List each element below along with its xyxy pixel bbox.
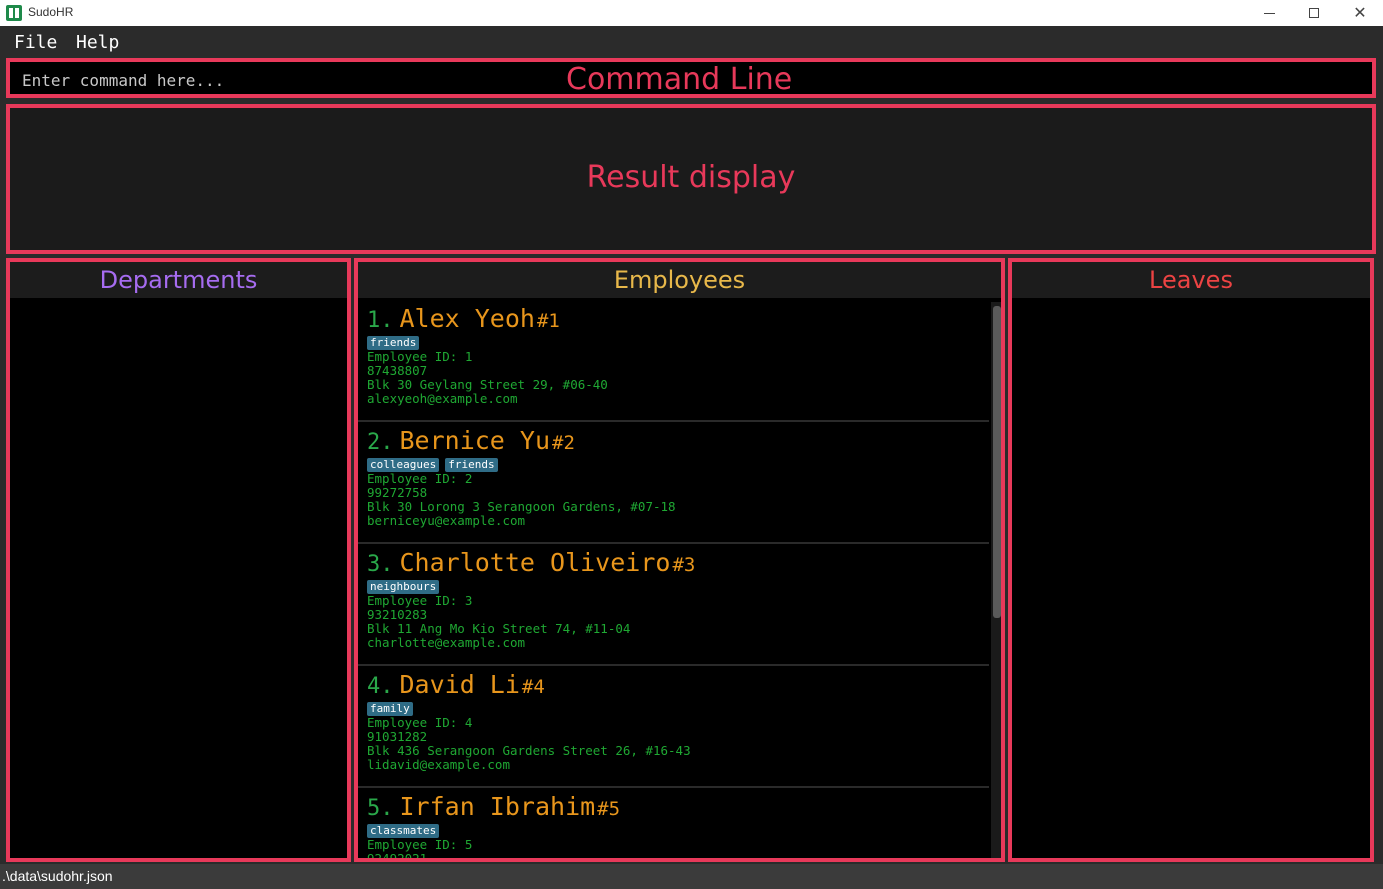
tag: neighbours	[367, 580, 440, 594]
employee-phone: 93210283	[367, 607, 428, 622]
employee-id: Employee ID: 1	[367, 349, 473, 364]
employee-address: Blk 11 Ang Mo Kio Street 74, #11-04	[367, 621, 631, 636]
menu-help[interactable]: Help	[76, 32, 119, 53]
leaves-panel: Leaves	[1008, 258, 1374, 862]
employees-panel: Employees 1. Alex Yeoh #1 friends Employee…	[354, 258, 1005, 862]
data-file-path: .\data\sudohr.json	[2, 868, 113, 884]
window-title: SudoHR	[28, 5, 74, 19]
employee-address: Blk 436 Serangoon Gardens Street 26, #16…	[367, 743, 691, 758]
employee-email: alexyeoh@example.com	[367, 391, 518, 406]
maximize-button[interactable]	[1291, 0, 1337, 26]
employee-index: 2.	[367, 430, 394, 455]
employee-index: 3.	[367, 552, 394, 577]
employee-phone: 91031282	[367, 729, 428, 744]
close-button[interactable]: ✕	[1337, 0, 1383, 26]
employee-email: lidavid@example.com	[367, 757, 510, 772]
tag-list: neighbours	[367, 580, 989, 594]
employee-index: 4.	[367, 674, 394, 699]
employee-card[interactable]: 1. Alex Yeoh #1 friends Employee ID: 1 874…	[358, 300, 989, 422]
employee-card[interactable]: 3. Charlotte Oliveiro #3 neighbours Employ…	[358, 544, 989, 666]
employee-hash: #1	[536, 310, 560, 332]
employee-name: David Li	[399, 670, 520, 699]
menu-file[interactable]: File	[14, 32, 57, 53]
minimize-icon	[1263, 12, 1275, 14]
employee-card[interactable]: 5. Irfan Ibrahim #5 classmates Employee ID…	[358, 788, 989, 860]
employee-list[interactable]: 1. Alex Yeoh #1 friends Employee ID: 1 874…	[358, 300, 989, 860]
employee-id: Employee ID: 2	[367, 471, 473, 486]
employee-hash: #2	[552, 432, 575, 454]
tag: classmates	[367, 824, 440, 838]
employee-card[interactable]: 4. David Li #4 family Employee ID: 4 91031…	[358, 666, 989, 788]
employee-name: Bernice Yu	[399, 426, 551, 455]
close-icon: ✕	[1353, 3, 1367, 22]
command-box: Command Line	[6, 58, 1376, 98]
employee-card[interactable]: 2. Bernice Yu #2 colleagues friends Employ…	[358, 422, 989, 544]
minimize-button[interactable]	[1246, 0, 1292, 26]
employee-name: Charlotte Oliveiro	[399, 548, 671, 577]
tag: friends	[445, 458, 498, 472]
tag-list: classmates	[367, 824, 989, 838]
employee-id: Employee ID: 5	[367, 837, 473, 852]
employee-email: berniceyu@example.com	[367, 513, 526, 528]
tag-list: family	[367, 702, 989, 716]
tag-list: colleagues friends	[367, 458, 989, 472]
employee-id: Employee ID: 3	[367, 593, 473, 608]
employee-hash: #5	[597, 798, 621, 820]
employee-phone: 87438807	[367, 363, 428, 378]
employee-name: Alex Yeoh	[399, 304, 535, 333]
app-book-icon	[6, 5, 22, 21]
employee-phone: 92492021	[367, 851, 428, 860]
tag: family	[367, 702, 413, 716]
employee-name: Irfan Ibrahim	[399, 792, 596, 821]
result-display-annotation: Result display	[586, 160, 796, 195]
maximize-icon	[1309, 8, 1319, 18]
employee-address: Blk 30 Geylang Street 29, #06-40	[367, 377, 608, 392]
menu-bar: File Help	[0, 26, 1383, 56]
employee-hash: #3	[672, 554, 696, 576]
tag: colleagues	[367, 458, 440, 472]
scrollbar-thumb[interactable]	[993, 306, 1001, 618]
departments-panel: Departments	[6, 258, 351, 862]
employee-address: Blk 30 Lorong 3 Serangoon Gardens, #07-1…	[367, 499, 676, 514]
tag: friends	[367, 336, 420, 350]
employee-email: charlotte@example.com	[367, 635, 526, 650]
employee-id: Employee ID: 4	[367, 715, 473, 730]
command-line-annotation: Command Line	[566, 62, 793, 97]
result-display: Result display	[6, 104, 1376, 254]
employee-index: 1.	[367, 308, 394, 333]
leaves-header: Leaves	[1012, 262, 1370, 298]
employee-index: 5.	[367, 796, 394, 821]
employees-header: Employees	[358, 262, 1001, 298]
employee-scrollbar[interactable]	[991, 302, 1001, 858]
title-bar: SudoHR ✕	[0, 0, 1383, 26]
employee-hash: #4	[521, 676, 545, 698]
tag-list: friends	[367, 336, 989, 350]
departments-header: Departments	[10, 262, 347, 298]
employee-phone: 99272758	[367, 485, 428, 500]
status-bar: .\data\sudohr.json	[0, 864, 1383, 889]
